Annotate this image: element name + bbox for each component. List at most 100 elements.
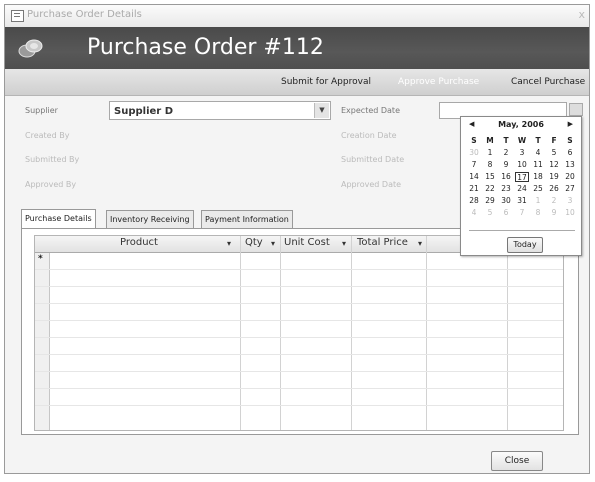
calendar-day[interactable]: 6: [499, 208, 513, 217]
calendar-day[interactable]: 25: [531, 184, 545, 193]
calendar-day[interactable]: 1: [483, 148, 497, 157]
calendar-day[interactable]: 4: [531, 148, 545, 157]
calendar-day[interactable]: 19: [547, 172, 561, 181]
next-month-icon[interactable]: ▶: [568, 120, 573, 128]
coins-icon: [18, 39, 43, 58]
column-divider: [280, 236, 281, 430]
weekday-header: W: [517, 136, 527, 145]
calendar-day[interactable]: 12: [547, 160, 561, 169]
calendar-day[interactable]: 3: [515, 148, 529, 157]
calendar-day[interactable]: 23: [499, 184, 513, 193]
chevron-down-icon[interactable]: ▼: [314, 103, 329, 118]
calendar-day[interactable]: 30: [499, 196, 513, 205]
weekday-header: M: [486, 136, 494, 145]
calendar-day[interactable]: 24: [515, 184, 529, 193]
calendar-day[interactable]: 3: [563, 196, 577, 205]
column-divider: [507, 236, 508, 430]
calendar-day[interactable]: 27: [563, 184, 577, 193]
calendar-day[interactable]: 9: [547, 208, 561, 217]
calendar-day[interactable]: 2: [547, 196, 561, 205]
calendar-day[interactable]: 2: [499, 148, 513, 157]
weekday-header: T: [503, 136, 509, 145]
date-picker-popup[interactable]: ◀ May, 2006 ▶ S M T W T F S 30 1 2 3 4 5 6 7 8 9 10 11 12 13…: [460, 116, 582, 256]
column-divider: [426, 236, 427, 430]
row-divider: [35, 337, 563, 338]
close-button[interactable]: Close: [491, 451, 543, 471]
column-divider: [240, 236, 241, 430]
calendar-day[interactable]: 30: [467, 148, 481, 157]
calendar-day[interactable]: 18: [531, 172, 545, 181]
calendar-day[interactable]: 7: [467, 160, 481, 169]
calendar-day[interactable]: 22: [483, 184, 497, 193]
calendar-day[interactable]: 5: [483, 208, 497, 217]
weekday-header: S: [471, 136, 477, 145]
sort-arrow-icon[interactable]: ▾: [227, 239, 231, 248]
line-items-grid[interactable]: Product ▾ Qty ▾ Unit Cost ▾ Total Price …: [34, 235, 564, 431]
column-header-product[interactable]: Product: [120, 237, 158, 248]
row-divider: [35, 286, 563, 287]
calendar-day[interactable]: 14: [467, 172, 481, 181]
row-divider: [35, 388, 563, 389]
row-divider: [35, 354, 563, 355]
column-header-unit-cost[interactable]: Unit Cost: [284, 237, 330, 248]
calendar-day[interactable]: 28: [467, 196, 481, 205]
approved-by-label: Approved By: [25, 180, 77, 189]
calendar-day[interactable]: 13: [563, 160, 577, 169]
tab-inventory-receiving[interactable]: Inventory Receiving: [106, 210, 194, 228]
calendar-day[interactable]: 17: [515, 172, 529, 182]
calendar-day[interactable]: 8: [483, 160, 497, 169]
row-divider: [35, 320, 563, 321]
close-icon[interactable]: x: [578, 8, 585, 21]
calendar-day[interactable]: 16: [499, 172, 513, 181]
sort-arrow-icon[interactable]: ▾: [271, 239, 275, 248]
calendar-day[interactable]: 5: [547, 148, 561, 157]
form-header: Purchase Order #112: [5, 27, 589, 69]
tab-purchase-details[interactable]: Purchase Details: [21, 209, 96, 229]
submitted-by-label: Submitted By: [25, 155, 80, 164]
row-divider: [35, 303, 563, 304]
supplier-combobox[interactable]: Supplier D ▼: [109, 101, 331, 120]
calendar-day[interactable]: 1: [531, 196, 545, 205]
calendar-icon[interactable]: [569, 103, 583, 116]
purchase-details-panel: Product ▾ Qty ▾ Unit Cost ▾ Total Price …: [21, 228, 579, 435]
calendar-day[interactable]: 6: [563, 148, 577, 157]
creation-date-label: Creation Date: [341, 131, 397, 140]
column-header-qty[interactable]: Qty: [245, 237, 263, 248]
calendar-day[interactable]: 15: [483, 172, 497, 181]
action-bar: Submit for Approval Approve Purchase Can…: [5, 69, 589, 96]
sort-arrow-icon[interactable]: ▾: [418, 239, 422, 248]
cancel-purchase-button[interactable]: Cancel Purchase: [511, 77, 585, 87]
weekday-header: T: [535, 136, 541, 145]
calendar-divider: [469, 230, 575, 231]
calendar-day[interactable]: 7: [515, 208, 529, 217]
approved-date-label: Approved Date: [341, 180, 402, 189]
sort-arrow-icon[interactable]: ▾: [342, 239, 346, 248]
calendar-day[interactable]: 26: [547, 184, 561, 193]
created-by-label: Created By: [25, 131, 70, 140]
today-button[interactable]: Today: [507, 237, 543, 253]
weekday-header: F: [551, 136, 557, 145]
calendar-day[interactable]: 9: [499, 160, 513, 169]
calendar-day[interactable]: 10: [563, 208, 577, 217]
calendar-day[interactable]: 8: [531, 208, 545, 217]
row-divider: [35, 269, 563, 270]
submit-for-approval-button[interactable]: Submit for Approval: [281, 77, 371, 87]
supplier-label: Supplier: [25, 106, 58, 115]
page-title: Purchase Order #112: [87, 35, 324, 60]
row-divider: [35, 371, 563, 372]
calendar-day[interactable]: 4: [467, 208, 481, 217]
calendar-day[interactable]: 20: [563, 172, 577, 181]
calendar-day[interactable]: 29: [483, 196, 497, 205]
calendar-day[interactable]: 21: [467, 184, 481, 193]
calendar-day[interactable]: 11: [531, 160, 545, 169]
new-record-marker: *: [38, 254, 43, 264]
tab-payment-information[interactable]: Payment Information: [201, 210, 293, 228]
calendar-day[interactable]: 10: [515, 160, 529, 169]
approve-purchase-button[interactable]: Approve Purchase: [398, 77, 479, 87]
title-bar: Purchase Order Details x: [5, 5, 589, 28]
record-selector-column[interactable]: [35, 236, 50, 430]
column-header-total-price[interactable]: Total Price: [357, 237, 408, 248]
calendar-day[interactable]: 31: [515, 196, 529, 205]
row-divider: [35, 405, 563, 406]
column-divider: [351, 236, 352, 430]
